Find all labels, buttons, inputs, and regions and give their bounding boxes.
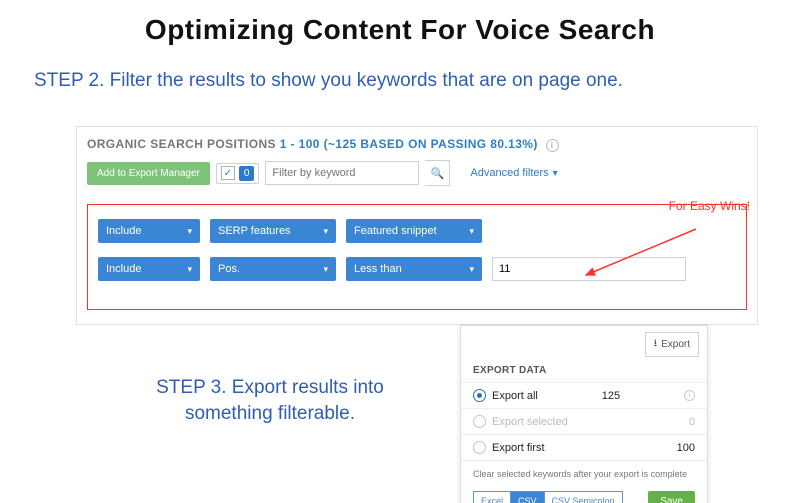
rule2-op-label: Less than bbox=[354, 263, 402, 275]
chevron-down-icon: ▾ bbox=[553, 168, 558, 179]
info-icon[interactable]: i bbox=[546, 139, 559, 152]
format-excel-button[interactable]: Excel bbox=[473, 491, 511, 503]
step-2-text: STEP 2. Filter the results to show you k… bbox=[34, 70, 800, 92]
format-csv-semicolon-button[interactable]: CSV Semicolon bbox=[545, 491, 623, 503]
format-csv-button[interactable]: CSV bbox=[511, 491, 545, 503]
opt-selected-label: Export selected bbox=[492, 416, 568, 428]
export-option-selected: Export selected 0 bbox=[461, 408, 707, 434]
advanced-filters-toggle[interactable]: Advanced filters ▾ bbox=[470, 167, 557, 179]
opt-first-count: 100 bbox=[677, 442, 695, 454]
chevron-down-icon: ▾ bbox=[323, 264, 328, 275]
rule2-mode-select[interactable]: Include ▾ bbox=[98, 257, 200, 281]
rule1-mode-select[interactable]: Include ▾ bbox=[98, 219, 200, 243]
search-button[interactable]: 🔍 bbox=[425, 160, 450, 186]
radio-on-icon bbox=[473, 389, 486, 402]
opt-all-count: 125 bbox=[602, 390, 620, 402]
step-3-text: STEP 3. Export results into something fi… bbox=[120, 375, 420, 426]
filter-keyword-input[interactable] bbox=[265, 161, 419, 185]
search-icon: 🔍 bbox=[431, 167, 445, 180]
organic-positions-panel: ORGANIC SEARCH POSITIONS 1 - 100 (~125 B… bbox=[76, 126, 758, 325]
panel-heading-bold: ORGANIC SEARCH POSITIONS bbox=[87, 137, 276, 151]
rule1-field-label: SERP features bbox=[218, 225, 291, 237]
export-format-group: Excel CSV CSV Semicolon bbox=[473, 491, 623, 503]
rule2-mode-label: Include bbox=[106, 263, 141, 275]
chevron-down-icon: ▾ bbox=[187, 264, 192, 275]
opt-first-label: Export first bbox=[492, 442, 545, 454]
add-to-export-button[interactable]: Add to Export Manager bbox=[87, 162, 210, 185]
filter-rules-box: Include ▾ SERP features ▾ Featured snippet… bbox=[87, 204, 747, 310]
export-option-first[interactable]: Export first 100 bbox=[461, 434, 707, 460]
chevron-down-icon: ▾ bbox=[323, 226, 328, 237]
export-popover: ⭳ Export EXPORT DATA Export all 125 i Ex… bbox=[460, 325, 708, 503]
advanced-filters-label: Advanced filters bbox=[470, 167, 548, 179]
export-data-title: EXPORT DATA bbox=[461, 363, 707, 382]
export-button-label: Export bbox=[661, 339, 690, 350]
save-button[interactable]: Save bbox=[648, 491, 695, 503]
rule2-field-select[interactable]: Pos. ▾ bbox=[210, 257, 336, 281]
toolbar: Add to Export Manager ✓ 0 🔍 Advanced fil… bbox=[87, 160, 747, 186]
arrow-icon bbox=[556, 225, 706, 295]
rule2-field-label: Pos. bbox=[218, 263, 240, 275]
chevron-down-icon: ▾ bbox=[469, 226, 474, 237]
page-title: Optimizing Content For Voice Search bbox=[0, 14, 800, 46]
easy-wins-callout: For Easy Wins! bbox=[669, 199, 750, 213]
chevron-down-icon: ▾ bbox=[469, 264, 474, 275]
rule1-value-select[interactable]: Featured snippet ▾ bbox=[346, 219, 482, 243]
rule1-mode-label: Include bbox=[106, 225, 141, 237]
export-option-all[interactable]: Export all 125 i bbox=[461, 382, 707, 408]
rule1-value-label: Featured snippet bbox=[354, 225, 437, 237]
select-all-checkbox[interactable]: ✓ 0 bbox=[216, 163, 260, 184]
export-footer: Excel CSV CSV Semicolon Save bbox=[461, 491, 707, 503]
chevron-down-icon: ▾ bbox=[187, 226, 192, 237]
radio-off-icon bbox=[473, 441, 486, 454]
selected-count-chip: 0 bbox=[239, 166, 255, 181]
export-note: Clear selected keywords after your expor… bbox=[461, 460, 707, 491]
panel-heading: ORGANIC SEARCH POSITIONS 1 - 100 (~125 B… bbox=[87, 137, 747, 152]
panel-heading-range: 1 - 100 (~125 BASED ON PASSING 80.13%) bbox=[280, 137, 538, 151]
download-icon: ⭳ bbox=[654, 336, 658, 353]
check-icon: ✓ bbox=[221, 166, 235, 180]
opt-all-label: Export all bbox=[492, 390, 538, 402]
info-icon[interactable]: i bbox=[684, 390, 695, 401]
export-button[interactable]: ⭳ Export bbox=[645, 332, 699, 357]
rule2-op-select[interactable]: Less than ▾ bbox=[346, 257, 482, 281]
radio-off-icon bbox=[473, 415, 486, 428]
rule1-field-select[interactable]: SERP features ▾ bbox=[210, 219, 336, 243]
opt-selected-count: 0 bbox=[689, 416, 695, 428]
